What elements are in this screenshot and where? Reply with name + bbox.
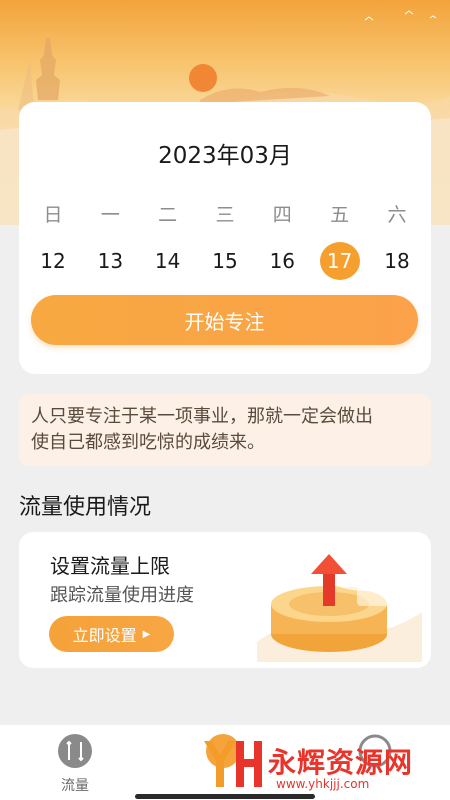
date-12[interactable]: 12: [33, 242, 73, 280]
date-13[interactable]: 13: [90, 242, 130, 280]
calendar-card: 2023年03月 日 一 二 三 四 五 六 12 13 14 15 16 17…: [19, 102, 431, 374]
weekday-row: 日 一 二 三 四 五 六: [19, 194, 431, 232]
weekday-mon: 一: [100, 203, 120, 226]
set-now-button[interactable]: 立即设置 ▶: [49, 616, 174, 652]
quote-card: 人只要专注于某一项事业，那就一定会做出 使自己都感到吃惊的成绩来。: [19, 394, 431, 466]
date-row: 12 13 14 15 16 17 18: [19, 242, 431, 280]
date-16[interactable]: 16: [262, 242, 302, 280]
calendar-month-title: 2023年03月: [158, 143, 292, 169]
traffic-icon: [58, 734, 92, 768]
nav-item-traffic[interactable]: 流量: [40, 733, 110, 795]
quote-line-2: 使自己都感到吃惊的成绩来。: [31, 432, 265, 453]
weekday-wed: 三: [215, 203, 235, 226]
weekday-sun: 日: [43, 203, 63, 226]
traffic-section-title: 流量使用情况: [19, 495, 152, 520]
date-selected[interactable]: 17: [319, 242, 360, 280]
weekday-thu: 四: [272, 203, 292, 226]
traffic-card-subtitle: 跟踪流量使用进度: [50, 585, 194, 606]
coin-stack-arrow-icon: [257, 554, 422, 662]
set-now-label: 立即设置: [72, 626, 137, 645]
watermark-text: 永辉资源网: [268, 746, 414, 779]
traffic-limit-card[interactable]: 设置流量上限 跟踪流量使用进度 立即设置 ▶: [19, 532, 431, 668]
nav-label-traffic: 流量: [61, 778, 89, 794]
start-focus-button[interactable]: 开始专注: [31, 295, 418, 345]
play-arrow-icon: ▶: [142, 628, 151, 640]
date-15[interactable]: 15: [205, 242, 245, 280]
weekday-sat: 六: [387, 203, 407, 226]
watermark-yh-logo-icon: [204, 741, 262, 787]
watermark-url: www.yhkjjj.com: [276, 777, 370, 791]
weekday-tue: 二: [158, 203, 178, 226]
date-18[interactable]: 18: [377, 242, 417, 280]
traffic-card-title: 设置流量上限: [50, 554, 170, 578]
weekday-fri: 五: [330, 203, 350, 226]
home-indicator: [135, 794, 315, 799]
watermark-logo: 永辉资源网 www.yhkjjj.com: [198, 735, 448, 795]
date-14[interactable]: 14: [148, 242, 188, 280]
quote-line-1: 人只要专注于某一项事业，那就一定会做出: [31, 406, 373, 427]
